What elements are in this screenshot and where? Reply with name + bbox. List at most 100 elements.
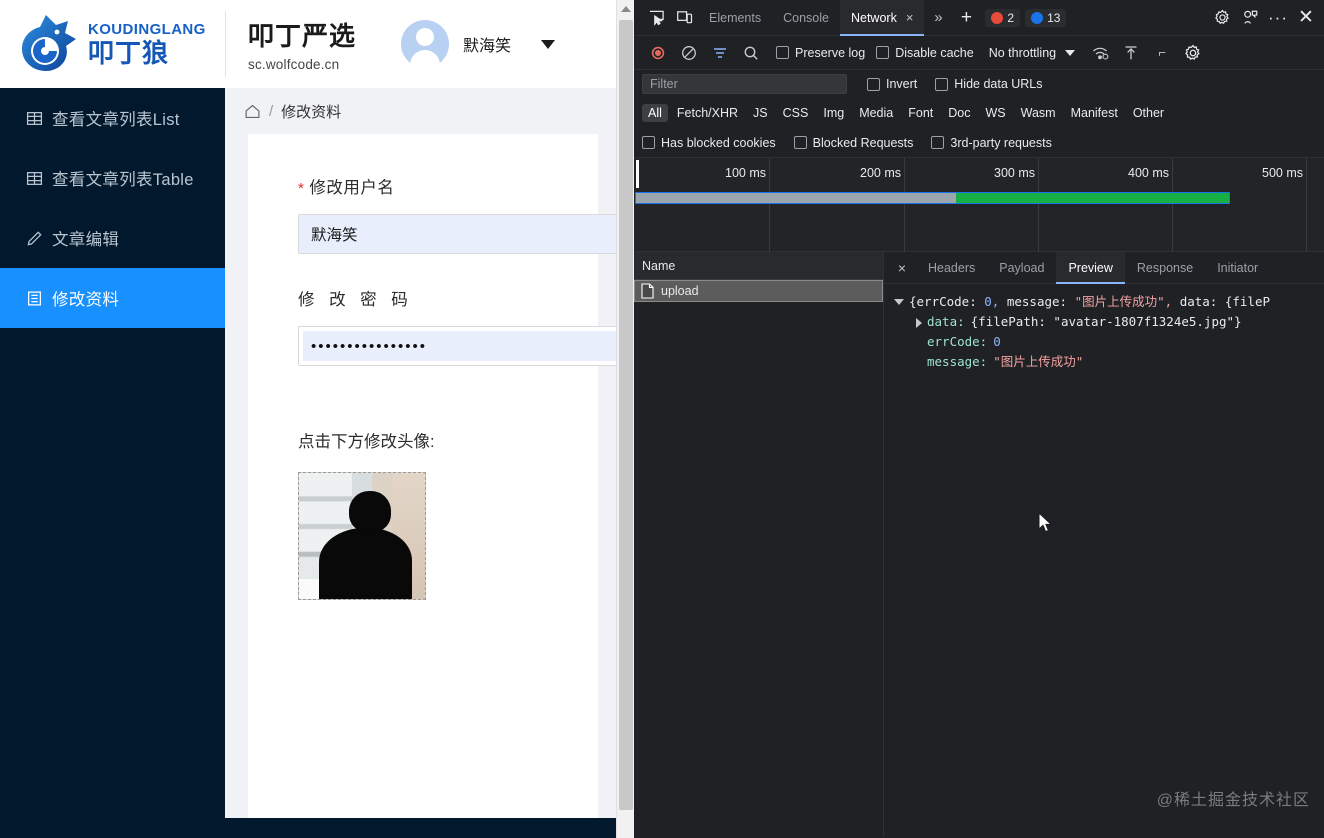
- tab-elements[interactable]: Elements: [698, 0, 772, 36]
- throttling-dropdown[interactable]: No throttling: [989, 46, 1076, 60]
- filter-input[interactable]: Filter: [642, 74, 847, 94]
- logo-en-text: KOUDINGLANG: [88, 21, 206, 38]
- network-main-split: Name upload × Headers Payload Preview Re…: [634, 251, 1324, 837]
- pencil-icon: [27, 230, 42, 246]
- username-input[interactable]: 默海笑: [298, 214, 634, 254]
- type-filter-js[interactable]: JS: [747, 104, 774, 122]
- close-devtools-icon[interactable]: ✕: [1292, 4, 1320, 32]
- sidebar-nav: 查看文章列表List 查看文章列表Table 文章编辑 修改资料: [0, 88, 225, 838]
- import-har-icon[interactable]: [1117, 39, 1145, 67]
- timeline-tick-label: 300 ms: [994, 166, 1035, 180]
- invert-checkbox[interactable]: Invert: [867, 77, 917, 91]
- photo-body: [319, 528, 413, 599]
- chevron-down-icon[interactable]: [541, 39, 556, 49]
- page-scrollbar[interactable]: [616, 0, 634, 838]
- type-filter-fetch-xhr[interactable]: Fetch/XHR: [671, 104, 744, 122]
- tab-console[interactable]: Console: [772, 0, 840, 36]
- expand-arrow-icon[interactable]: [916, 318, 922, 328]
- type-filter-manifest[interactable]: Manifest: [1065, 104, 1124, 122]
- request-row-upload[interactable]: upload: [634, 280, 883, 302]
- tab-network[interactable]: Network ×: [839, 0, 925, 36]
- json-root-summary: {errCode: 0, message: "图片上传成功", data: {f…: [909, 294, 1271, 309]
- hide-data-urls-checkbox[interactable]: Hide data URLs: [935, 77, 1043, 91]
- blocked-requests-checkbox[interactable]: Blocked Requests: [793, 136, 913, 150]
- tab-response[interactable]: Response: [1125, 252, 1205, 284]
- type-filter-media[interactable]: Media: [853, 104, 899, 122]
- brand-block: 叩丁严选 sc.wolfcode.cn: [226, 16, 401, 72]
- error-count-badge[interactable]: 2: [985, 8, 1021, 27]
- error-count: 2: [1007, 10, 1015, 25]
- hide-data-urls-label: Hide data URLs: [954, 77, 1043, 91]
- third-party-requests-checkbox[interactable]: 3rd-party requests: [931, 135, 1052, 150]
- json-root-row[interactable]: {errCode: 0, message: "图片上传成功", data: {f…: [894, 292, 1324, 312]
- info-count-badge[interactable]: 13: [1025, 8, 1067, 27]
- gear-icon[interactable]: [1208, 4, 1236, 32]
- user-menu[interactable]: 默海笑: [401, 20, 556, 68]
- sidebar-item-article-table[interactable]: 查看文章列表Table: [0, 148, 225, 208]
- devtools-settings-icon[interactable]: [1236, 4, 1264, 32]
- more-options-icon[interactable]: ···: [1264, 4, 1292, 32]
- username-label: * 修改用户名: [298, 174, 598, 198]
- sidebar-item-profile[interactable]: 修改资料: [0, 268, 225, 328]
- has-blocked-cookies-checkbox[interactable]: Has blocked cookies: [642, 136, 776, 150]
- expand-collapse-arrow-icon[interactable]: [894, 299, 904, 305]
- type-filter-all[interactable]: All: [642, 104, 668, 122]
- type-filter-css[interactable]: CSS: [777, 104, 815, 122]
- web-application: KOUDINGLANG 叩丁狼 叩丁严选 sc.wolfcode.cn 默海笑: [0, 0, 634, 838]
- checkbox-box: [867, 77, 880, 91]
- filter-icon[interactable]: [706, 39, 734, 67]
- timeline-tick-label: 400 ms: [1128, 166, 1169, 180]
- disable-cache-checkbox[interactable]: Disable cache: [876, 46, 974, 60]
- json-value-errcode: 0: [993, 334, 1001, 349]
- type-filter-wasm[interactable]: Wasm: [1015, 104, 1062, 122]
- close-detail-icon[interactable]: ×: [888, 252, 916, 284]
- network-overview-timeline[interactable]: 100 ms 200 ms 300 ms 400 ms 500 ms: [634, 158, 1324, 252]
- password-input[interactable]: ••••••••••••••••: [298, 326, 634, 366]
- type-filter-font[interactable]: Font: [902, 104, 939, 122]
- device-toolbar-icon[interactable]: [670, 4, 698, 32]
- sidebar-item-article-list[interactable]: 查看文章列表List: [0, 88, 225, 148]
- type-filter-ws[interactable]: WS: [979, 104, 1011, 122]
- tab-preview[interactable]: Preview: [1056, 251, 1126, 284]
- sidebar-item-article-edit[interactable]: 文章编辑: [0, 208, 225, 268]
- screenshot-root: KOUDINGLANG 叩丁狼 叩丁严选 sc.wolfcode.cn 默海笑: [0, 0, 1324, 838]
- scroll-up-arrow[interactable]: [617, 0, 634, 18]
- type-filter-other[interactable]: Other: [1127, 104, 1170, 122]
- network-filter-bar: Filter Invert Hide data URLs: [634, 70, 1324, 98]
- scrollbar-thumb[interactable]: [619, 20, 633, 810]
- json-row-data[interactable]: data: {filePath: "avatar-1807f1324e5.jpg…: [894, 312, 1324, 332]
- clear-icon[interactable]: [675, 39, 703, 67]
- timeline-download-segment: [956, 193, 1229, 203]
- user-avatar-photo[interactable]: [298, 472, 426, 600]
- checkbox-box: [793, 136, 807, 149]
- type-filter-img[interactable]: Img: [817, 104, 850, 122]
- network-conditions-icon[interactable]: [1086, 39, 1114, 67]
- disable-cache-label: Disable cache: [895, 45, 974, 60]
- request-list-header[interactable]: Name: [634, 252, 883, 280]
- user-avatar-icon[interactable]: [401, 20, 449, 68]
- close-icon[interactable]: ×: [906, 10, 914, 25]
- search-icon[interactable]: [737, 39, 765, 67]
- tab-headers[interactable]: Headers: [916, 252, 987, 284]
- type-filter-doc[interactable]: Doc: [942, 104, 976, 122]
- user-name-label: 默海笑: [463, 38, 512, 55]
- preserve-log-checkbox[interactable]: Preserve log: [776, 46, 865, 60]
- network-settings-gear-icon[interactable]: [1179, 39, 1207, 67]
- home-icon[interactable]: [244, 103, 261, 120]
- record-stop-icon[interactable]: [644, 39, 672, 67]
- export-har-icon[interactable]: ⌐: [1148, 39, 1176, 67]
- request-list: Name upload: [634, 252, 884, 837]
- third-party-requests-label: 3rd-party requests: [950, 135, 1052, 150]
- tab-payload[interactable]: Payload: [987, 252, 1056, 284]
- request-name: upload: [661, 284, 699, 298]
- inspect-element-icon[interactable]: [642, 4, 670, 32]
- preserve-log-label: Preserve log: [795, 45, 866, 60]
- brand-logo[interactable]: KOUDINGLANG 叩丁狼: [0, 0, 225, 88]
- add-tab-button[interactable]: +: [952, 4, 980, 32]
- tab-initiator[interactable]: Initiator: [1205, 252, 1270, 284]
- password-value: ••••••••••••••••: [303, 331, 634, 361]
- more-tabs-icon[interactable]: »: [924, 4, 952, 32]
- username-label-text: 修改用户名: [309, 179, 395, 197]
- document-icon: [641, 283, 654, 299]
- checkbox-box: [642, 136, 655, 149]
